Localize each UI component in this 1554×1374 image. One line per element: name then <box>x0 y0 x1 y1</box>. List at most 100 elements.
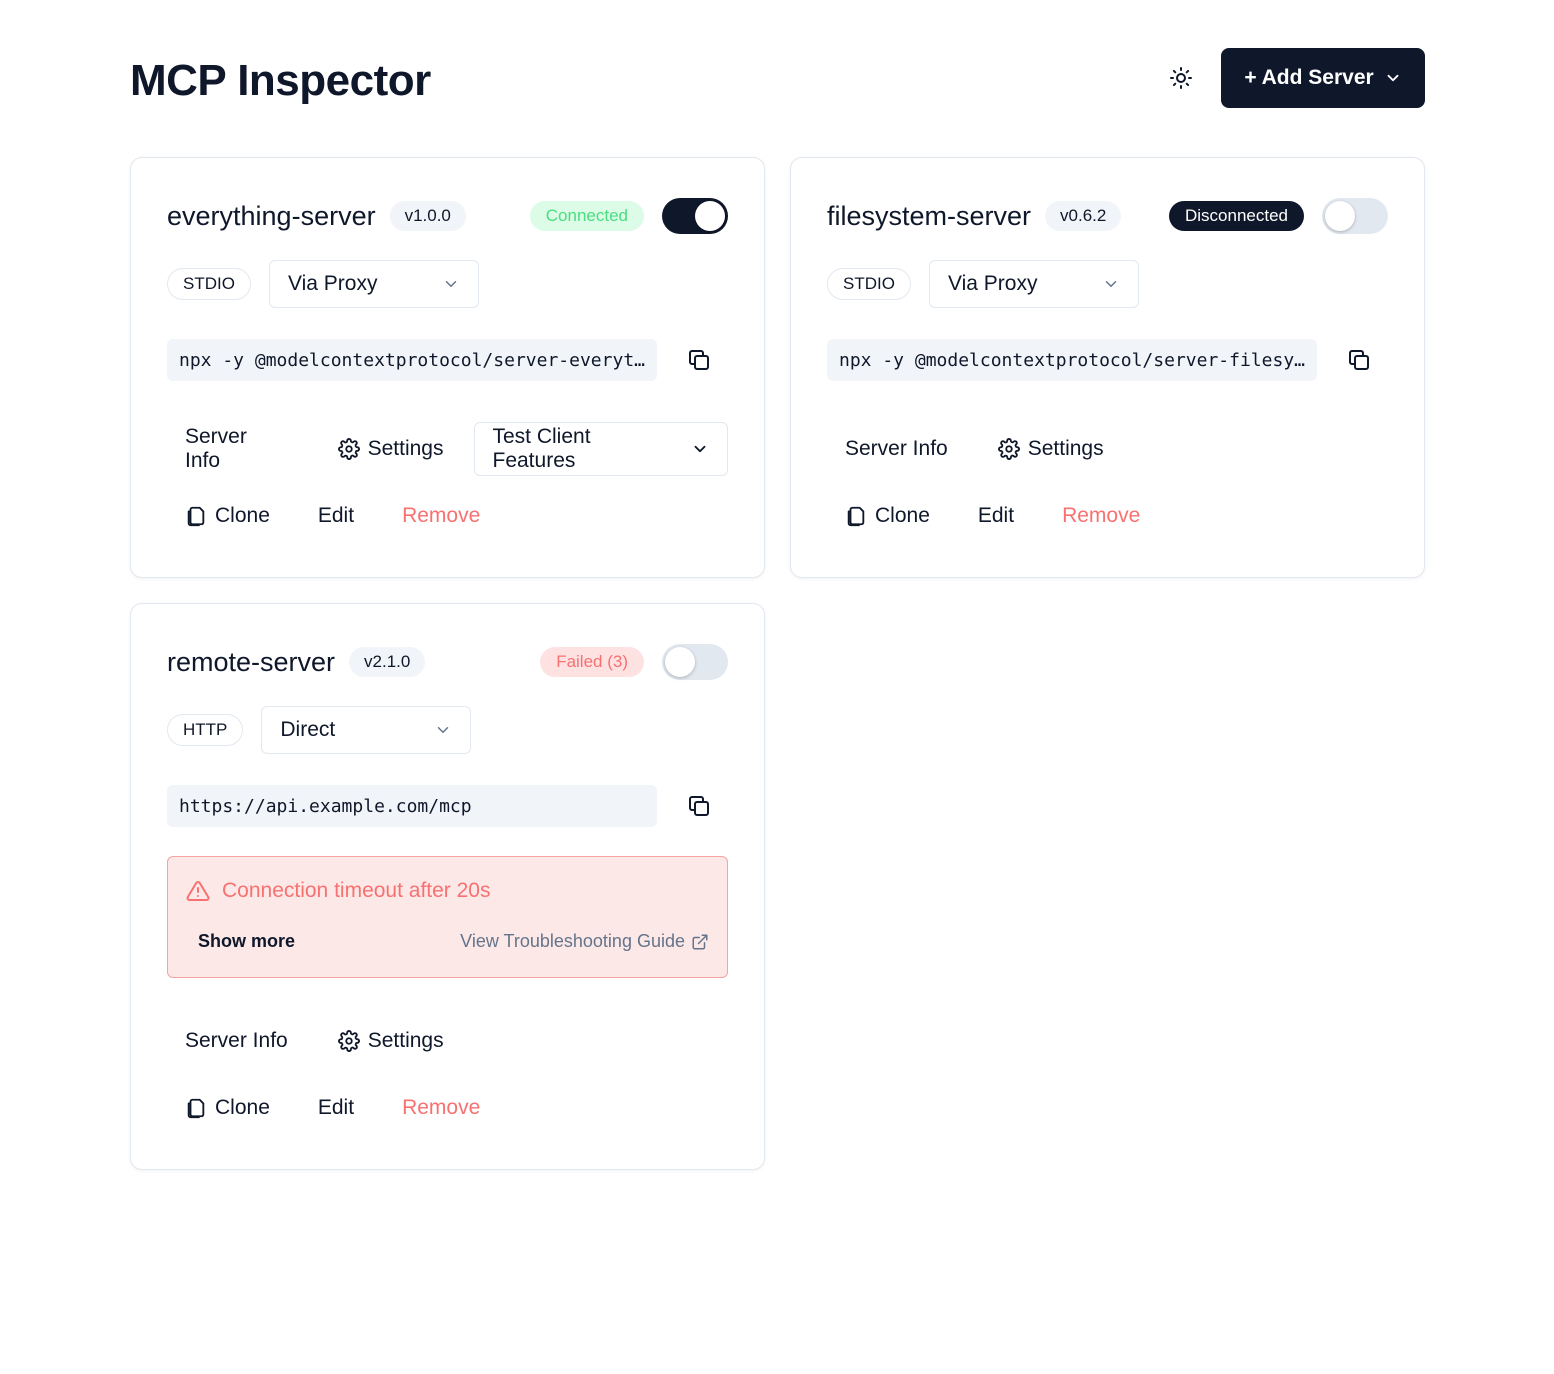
edit-button[interactable]: Edit <box>300 496 372 536</box>
add-server-button[interactable]: + Add Server <box>1221 48 1425 108</box>
toggle-knob <box>1325 201 1355 231</box>
status-badge: Disconnected <box>1168 201 1304 231</box>
chevron-down-icon <box>1105 281 1117 287</box>
command-display: npx -y @modelcontextprotocol/server-file… <box>827 339 1317 381</box>
sun-icon <box>1170 67 1192 89</box>
settings-label: Settings <box>367 1029 444 1052</box>
add-server-label: + Add Server <box>1244 66 1374 89</box>
chevron-down-icon <box>445 281 457 287</box>
transport-badge: HTTP <box>167 714 244 746</box>
remove-button[interactable]: Remove <box>1044 496 1158 536</box>
connection-mode-select[interactable]: Via Proxy <box>928 260 1139 308</box>
server-enable-toggle[interactable] <box>1322 198 1388 234</box>
edit-label: Edit <box>317 504 355 527</box>
connection-mode-select[interactable]: Via Proxy <box>268 260 479 308</box>
server-info-button[interactable]: Server Info <box>167 1014 306 1068</box>
gear-icon <box>997 438 1020 460</box>
remove-button[interactable]: Remove <box>384 1088 498 1128</box>
settings-button[interactable]: Settings <box>320 1014 462 1068</box>
edit-label: Edit <box>977 504 1015 527</box>
clone-button[interactable]: Clone <box>167 1088 288 1128</box>
toggle-knob <box>665 647 695 677</box>
transport-badge: STDIO <box>167 268 251 300</box>
error-line: Connection timeout after 20s <box>186 879 491 903</box>
server-info-button[interactable]: Server Info <box>827 422 966 476</box>
edit-label: Edit <box>317 1096 355 1119</box>
status-badge: Connected <box>529 201 644 231</box>
clone-label: Clone <box>215 504 270 527</box>
command-display: npx -y @modelcontextprotocol/server-ever… <box>167 339 657 381</box>
test-client-features-dropdown[interactable]: Test Client Features <box>473 422 728 476</box>
card-title-group: everything-server v1.0.0 <box>167 201 466 232</box>
clone-icon <box>187 1098 205 1119</box>
copy-url-button[interactable] <box>687 794 711 818</box>
settings-label: Settings <box>1027 437 1104 460</box>
card-title-row: everything-server v1.0.0 Connected <box>167 196 728 236</box>
troubleshooting-guide-link[interactable]: View Troubleshooting Guide <box>460 931 709 952</box>
server-enable-toggle[interactable] <box>662 198 728 234</box>
url-text: https://api.example.com/mcp <box>179 795 472 817</box>
server-enable-toggle[interactable] <box>662 644 728 680</box>
server-card-filesystem: filesystem-server v0.6.2 Disconnected ST… <box>790 157 1425 578</box>
card-title-group: filesystem-server v0.6.2 <box>827 200 1122 232</box>
actions-row-secondary: Clone Edit Remove <box>167 496 728 536</box>
copy-icon <box>1349 350 1369 370</box>
command-text: npx -y @modelcontextprotocol/server-ever… <box>179 349 645 371</box>
server-info-label: Server Info <box>185 1029 288 1052</box>
card-title-row: remote-server v2.1.0 Failed (3) <box>167 642 728 682</box>
gear-icon <box>337 438 360 460</box>
transport-row: HTTP Direct <box>167 706 728 754</box>
page-title: MCP Inspector <box>130 56 431 105</box>
card-status-group: Disconnected <box>1168 198 1388 234</box>
edit-button[interactable]: Edit <box>300 1088 372 1128</box>
connection-mode-value: Via Proxy <box>947 272 1038 295</box>
actions-row-primary: Server Info Settings <box>827 422 1388 476</box>
error-message: Connection timeout after 20s <box>222 879 491 902</box>
command-text: npx -y @modelcontextprotocol/server-file… <box>839 349 1305 371</box>
edit-button[interactable]: Edit <box>960 496 1032 536</box>
copy-command-button[interactable] <box>1347 348 1371 372</box>
remove-label: Remove <box>1062 504 1141 527</box>
clone-button[interactable]: Clone <box>167 496 288 536</box>
settings-button[interactable]: Settings <box>980 422 1122 476</box>
server-name: filesystem-server <box>827 200 1032 231</box>
transport-row: STDIO Via Proxy <box>167 260 728 308</box>
toggle-knob <box>695 201 725 231</box>
server-name: everything-server <box>167 200 376 231</box>
connection-mode-value: Direct <box>280 718 336 741</box>
show-more-button[interactable]: Show more <box>198 931 295 952</box>
version-badge: v1.0.0 <box>389 201 466 231</box>
remove-label: Remove <box>402 1096 481 1119</box>
header-actions: + Add Server <box>1161 48 1425 108</box>
server-info-label: Server Info <box>845 437 948 460</box>
copy-icon <box>689 350 709 370</box>
gear-icon <box>337 1030 360 1052</box>
remove-button[interactable]: Remove <box>384 496 498 536</box>
copy-command-button[interactable] <box>687 348 711 372</box>
card-status-group: Failed (3) <box>540 644 728 680</box>
server-info-button[interactable]: Server Info <box>167 422 306 476</box>
clone-label: Clone <box>875 504 930 527</box>
clone-label: Clone <box>215 1096 270 1119</box>
card-status-group: Connected <box>529 198 728 234</box>
server-card-everything: everything-server v1.0.0 Connected STDIO… <box>130 157 765 578</box>
card-title-group: remote-server v2.1.0 <box>167 646 426 678</box>
version-badge: v0.6.2 <box>1045 201 1122 231</box>
chevron-down-icon <box>438 727 449 733</box>
command-row: npx -y @modelcontextprotocol/server-file… <box>827 339 1388 381</box>
connection-mode-value: Via Proxy <box>287 272 378 295</box>
actions-row-secondary: Clone Edit Remove <box>827 496 1388 536</box>
transport-badge: STDIO <box>827 268 911 300</box>
actions-row-primary: Server Info Settings Test Client Feature… <box>167 422 728 476</box>
connection-mode-select[interactable]: Direct <box>261 706 472 754</box>
settings-label: Settings <box>367 437 444 460</box>
clone-icon <box>847 506 865 527</box>
copy-icon <box>689 796 709 816</box>
chevron-down-icon <box>1387 74 1399 82</box>
actions-row-secondary: Clone Edit Remove <box>167 1088 728 1128</box>
server-name: remote-server <box>167 646 336 677</box>
theme-toggle-button[interactable] <box>1161 58 1201 98</box>
header: MCP Inspector + Add Server <box>130 48 1425 108</box>
clone-button[interactable]: Clone <box>827 496 948 536</box>
settings-button[interactable]: Settings <box>320 422 462 476</box>
